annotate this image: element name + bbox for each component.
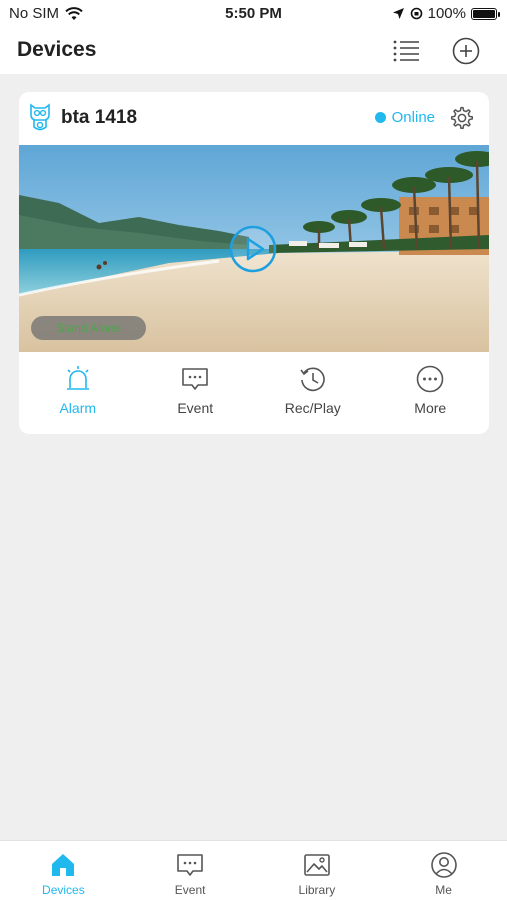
play-icon[interactable] [229, 225, 277, 273]
preview-status-badge: Stand Alone [31, 316, 146, 340]
rec-play-label: Rec/Play [284, 400, 341, 416]
device-actions: Alarm Event Rec/Play More [19, 354, 489, 434]
add-device-button[interactable] [451, 36, 481, 66]
image-icon [304, 854, 330, 876]
camera-device-icon [30, 103, 50, 131]
tab-library-label: Library [298, 883, 336, 897]
tab-event-label: Event [174, 883, 206, 897]
history-icon [300, 367, 325, 392]
list-view-button[interactable] [391, 36, 421, 66]
page-title: Devices [17, 38, 97, 61]
location-arrow-icon [392, 8, 404, 19]
orientation-lock-icon [410, 7, 422, 20]
device-card[interactable]: bta 1418 Online Stand Alone Alarm Event … [19, 92, 489, 434]
app-header: Devices [0, 28, 507, 74]
alarm-button[interactable]: Alarm [19, 354, 137, 434]
home-icon [52, 854, 75, 876]
tab-me-label: Me [435, 883, 452, 897]
bottom-tab-bar: Devices Event Library Me [0, 840, 507, 900]
alarm-siren-icon [66, 366, 89, 390]
more-icon [416, 365, 444, 393]
device-card-header: bta 1418 Online [19, 92, 489, 144]
list-icon [393, 40, 419, 62]
online-dot [374, 112, 386, 123]
event-label: Event [177, 400, 214, 416]
battery-percent: 100% [427, 5, 466, 22]
more-label: More [414, 400, 447, 416]
event-button[interactable]: Event [137, 354, 255, 434]
rec-play-button[interactable]: Rec/Play [254, 354, 372, 434]
device-name: bta 1418 [61, 107, 138, 128]
plus-circle-icon [452, 37, 480, 65]
tab-devices[interactable]: Devices [0, 841, 127, 900]
message-icon [177, 854, 203, 876]
device-status-label: Online [391, 109, 435, 126]
device-status: Online [374, 109, 435, 126]
more-button[interactable]: More [372, 354, 490, 434]
alarm-label: Alarm [59, 400, 97, 416]
tab-devices-label: Devices [42, 883, 85, 897]
message-icon [182, 368, 209, 390]
live-preview[interactable]: Stand Alone [19, 145, 489, 352]
tab-event[interactable]: Event [127, 841, 254, 900]
tab-me[interactable]: Me [380, 841, 507, 900]
status-bar: No SIM 5:50 PM 100% [0, 0, 507, 28]
gear-icon[interactable] [449, 105, 475, 131]
battery-icon [471, 7, 500, 20]
system-status: 100% [392, 5, 500, 22]
user-icon [430, 852, 457, 878]
tab-library[interactable]: Library [254, 841, 381, 900]
